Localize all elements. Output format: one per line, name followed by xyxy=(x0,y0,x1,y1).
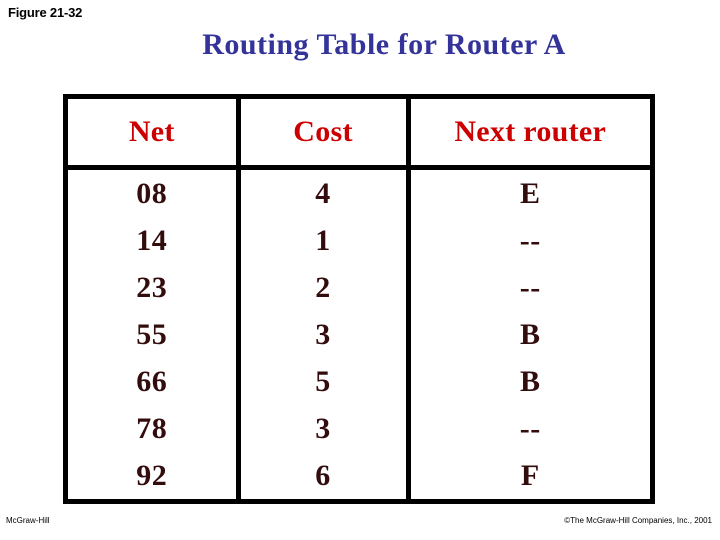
table-row: 08 4 E xyxy=(68,167,650,217)
cell-net: 92 xyxy=(68,452,241,499)
cell-next-router: -- xyxy=(519,411,541,445)
cell-next-router: -- xyxy=(519,223,541,257)
cell-cost: 4 xyxy=(238,167,411,217)
table-header-row: Net Cost Next router xyxy=(68,99,650,170)
table-body: 08 4 E 14 1 -- 23 2 -- 55 3 B 66 5 B 78 … xyxy=(68,167,650,499)
cell-cost: 3 xyxy=(238,405,411,452)
cell-cost: 1 xyxy=(238,217,411,264)
column-header-net: Net xyxy=(68,99,241,170)
cell-next-router: B xyxy=(519,317,541,351)
table-row: 78 3 -- xyxy=(68,405,650,452)
cell-cost: 3 xyxy=(238,311,411,358)
routing-table: Net Cost Next router 08 4 E 14 1 -- 23 2… xyxy=(63,94,655,504)
page-title: Routing Table for Router A xyxy=(0,28,720,62)
cell-next-router: -- xyxy=(519,270,541,304)
cell-next-router: E xyxy=(519,176,541,210)
footer-publisher: McGraw-Hill xyxy=(6,516,50,525)
cell-cost: 6 xyxy=(238,452,411,499)
page-title-text: Routing Table for Router A xyxy=(202,28,566,61)
cell-net: 14 xyxy=(68,217,241,264)
table-row: 92 6 F xyxy=(68,452,650,499)
footer-copyright: ©The McGraw-Hill Companies, Inc., 2001 xyxy=(564,516,712,525)
cell-next-router: B xyxy=(519,364,541,398)
cell-net: 66 xyxy=(68,358,241,405)
table-row: 14 1 -- xyxy=(68,217,650,264)
cell-net: 78 xyxy=(68,405,241,452)
table-row: 66 5 B xyxy=(68,358,650,405)
column-header-next-router: Next router xyxy=(408,99,650,170)
cell-net: 23 xyxy=(68,264,241,311)
column-header-cost: Cost xyxy=(238,99,411,170)
table-row: 55 3 B xyxy=(68,311,650,358)
cell-cost: 2 xyxy=(238,264,411,311)
cell-net: 08 xyxy=(68,167,241,217)
cell-cost: 5 xyxy=(238,358,411,405)
cell-net: 55 xyxy=(68,311,241,358)
figure-label: Figure 21-32 xyxy=(8,5,83,20)
table-row: 23 2 -- xyxy=(68,264,650,311)
cell-next-router: F xyxy=(520,458,540,492)
